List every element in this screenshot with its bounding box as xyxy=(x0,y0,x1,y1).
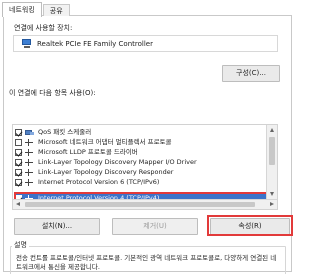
component-label: Link-Layer Topology Discovery Responder xyxy=(38,168,174,176)
horizontal-scroll-thumb[interactable] xyxy=(25,202,255,207)
list-item-tcp-ipv6[interactable]: Internet Protocol Version 6 (TCP/IPv6) xyxy=(15,177,268,187)
component-checkbox[interactable] xyxy=(15,148,22,156)
qos-icon xyxy=(25,129,35,136)
component-checkbox[interactable] xyxy=(15,138,22,146)
protocol-icon xyxy=(25,148,35,156)
protocol-icon xyxy=(25,138,35,146)
protocol-icon xyxy=(25,158,35,166)
component-checkbox[interactable] xyxy=(15,178,22,186)
configure-button[interactable]: 구성(C)... xyxy=(222,65,280,82)
vertical-scroll-thumb[interactable] xyxy=(269,137,275,165)
description-title: 설명 xyxy=(12,240,29,250)
component-label: Internet Protocol Version 6 (TCP/IPv6) xyxy=(38,178,160,186)
list-item-qos-packet-scheduler[interactable]: QoS 패킷 스케줄러 xyxy=(15,127,268,137)
list-item-lltd-responder[interactable]: Link-Layer Topology Discovery Responder xyxy=(15,167,268,177)
adapter-field: Realtek PCIe FE Family Controller xyxy=(13,35,278,52)
properties-button[interactable]: 속성(R) xyxy=(210,218,290,235)
protocol-icon xyxy=(25,168,35,176)
connect-using-label: 연결에 사용할 장치: xyxy=(14,24,73,32)
horizontal-scrollbar[interactable] xyxy=(13,199,277,209)
list-item-lldp-driver[interactable]: Microsoft LLDP 프로토콜 드라이버 xyxy=(15,147,268,157)
description-text: 전송 컨트롤 프로토콜/인터넷 프로토콜. 기본적인 광역 네트워크 프로토콜로… xyxy=(16,254,277,271)
component-checkbox[interactable] xyxy=(15,128,22,136)
list-item-lltd-mapper[interactable]: Link-Layer Topology Discovery Mapper I/O… xyxy=(15,157,268,167)
component-label: Microsoft 네트워크 어댑터 멀티플렉서 프로토콜 xyxy=(38,138,172,146)
component-checkbox[interactable] xyxy=(15,158,22,166)
component-checkbox[interactable] xyxy=(15,168,22,176)
component-label: Microsoft LLDP 프로토콜 드라이버 xyxy=(38,148,138,156)
uninstall-button: 제거(U) xyxy=(112,218,198,235)
tab-sharing[interactable]: 공유 xyxy=(42,4,70,16)
items-used-label: 이 연결에 다음 항목 사용(O): xyxy=(9,89,96,97)
scroll-right-icon[interactable] xyxy=(270,202,274,206)
protocol-icon xyxy=(25,178,35,186)
scroll-left-icon[interactable] xyxy=(16,202,20,206)
scroll-down-icon[interactable] xyxy=(270,192,274,196)
network-properties-window: 네트워킹 공유 연결에 사용할 장치: Realtek PCIe FE Fami… xyxy=(0,0,300,274)
tab-strip: 네트워킹 공유 xyxy=(2,1,71,17)
scroll-up-icon[interactable] xyxy=(270,128,274,132)
list-item-multiplexer-protocol[interactable]: Microsoft 네트워크 어댑터 멀티플렉서 프로토콜 xyxy=(15,137,268,147)
networking-tab-panel: 연결에 사용할 장치: Realtek PCIe FE Family Contr… xyxy=(3,15,293,274)
tab-networking[interactable]: 네트워킹 xyxy=(2,2,42,17)
component-label: QoS 패킷 스케줄러 xyxy=(38,128,92,136)
vertical-scrollbar[interactable] xyxy=(266,125,277,199)
install-button[interactable]: 설치(N)... xyxy=(14,218,100,235)
network-adapter-icon xyxy=(21,38,33,49)
component-label: Link-Layer Topology Discovery Mapper I/O… xyxy=(38,158,197,166)
components-list: QoS 패킷 스케줄러 Microsoft 네트워크 어댑터 멀티플렉서 프로토… xyxy=(12,124,278,210)
adapter-name: Realtek PCIe FE Family Controller xyxy=(37,39,153,48)
